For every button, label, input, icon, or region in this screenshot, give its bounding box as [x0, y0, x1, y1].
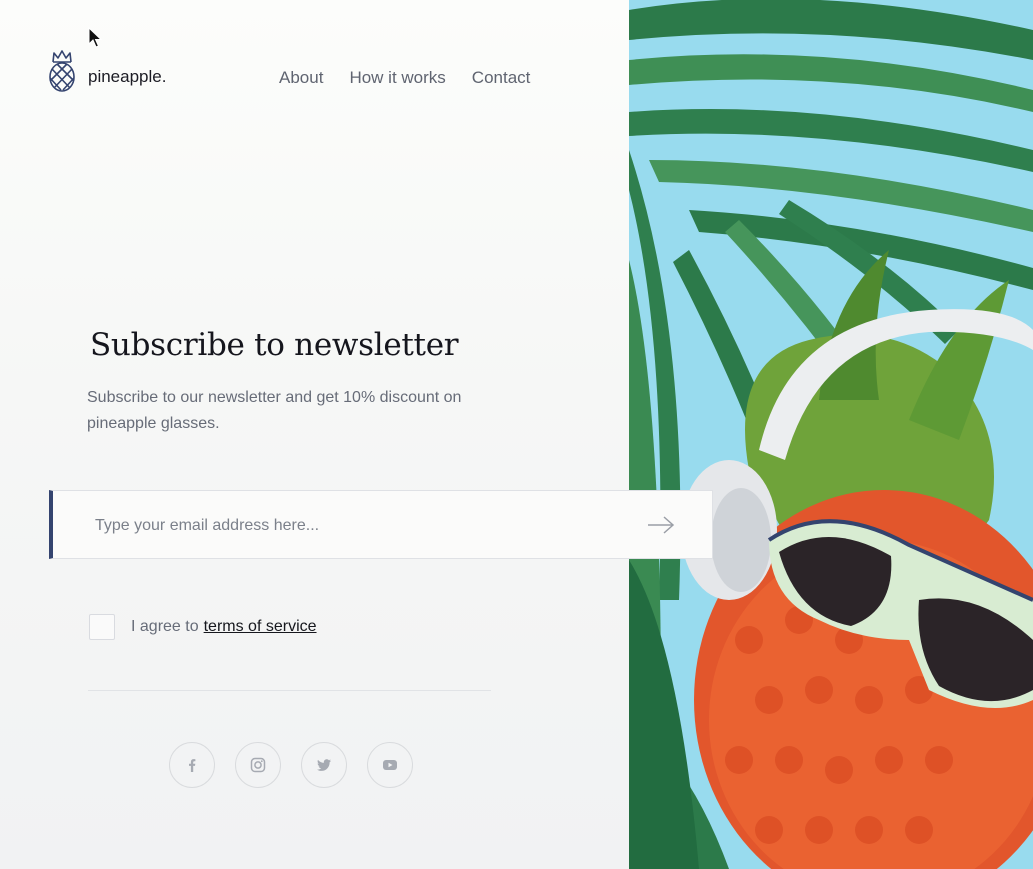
terms-of-service-link[interactable]: terms of service	[204, 618, 317, 635]
instagram-button[interactable]	[235, 742, 281, 788]
logo[interactable]: pineapple.	[47, 50, 166, 92]
social-links	[169, 742, 433, 788]
newsletter-title: Subscribe to newsletter	[90, 327, 459, 363]
pineapple-with-sunglasses-illustration	[629, 0, 1033, 869]
newsletter-description: Subscribe to our newsletter and get 10% …	[87, 389, 462, 432]
terms-prefix: I agree to	[131, 618, 199, 635]
email-input[interactable]	[93, 491, 617, 560]
instagram-icon	[250, 757, 266, 773]
terms-agreement: I agree to terms of service	[89, 614, 317, 640]
youtube-icon	[383, 760, 397, 770]
nav-about[interactable]: About	[279, 68, 323, 88]
nav-how-it-works[interactable]: How it works	[349, 68, 445, 88]
brand-name: pineapple.	[88, 66, 167, 86]
email-form	[49, 490, 713, 560]
pineapple-icon	[49, 50, 75, 92]
facebook-icon	[189, 759, 196, 772]
main-nav: About How it works Contact	[279, 68, 556, 88]
facebook-button[interactable]	[169, 742, 215, 788]
nav-contact[interactable]: Contact	[472, 68, 531, 88]
divider	[88, 690, 491, 691]
mouse-cursor-icon	[88, 27, 102, 48]
twitter-icon	[317, 759, 331, 771]
hero-image	[629, 0, 1033, 869]
twitter-button[interactable]	[301, 742, 347, 788]
arrow-right-icon[interactable]	[647, 513, 675, 537]
terms-checkbox[interactable]	[89, 614, 115, 640]
terms-label: I agree to terms of service	[131, 618, 317, 636]
left-pane: pineapple. About How it works Contact Su…	[0, 0, 629, 869]
youtube-button[interactable]	[367, 742, 413, 788]
